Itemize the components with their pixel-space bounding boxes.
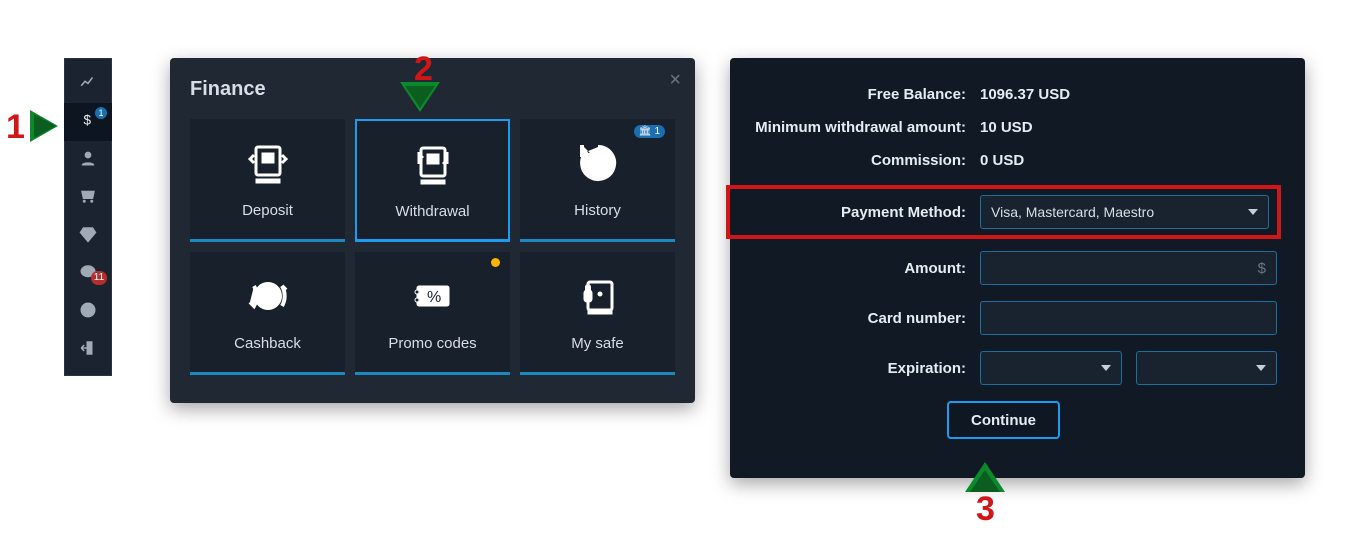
row-amount: Amount: $: [730, 251, 1277, 285]
tile-promocodes[interactable]: % Promo codes: [355, 252, 510, 375]
highlight-box: Payment Method: Visa, Mastercard, Maestr…: [726, 185, 1281, 239]
safe-icon: [574, 272, 622, 325]
sidebar-item-help[interactable]: ?: [64, 293, 112, 331]
tile-mysafe[interactable]: My safe: [520, 252, 675, 375]
chart-icon: [79, 73, 97, 96]
payment-method-select[interactable]: Visa, Mastercard, Maestro: [980, 195, 1269, 229]
svg-text:?: ?: [85, 304, 91, 316]
annotation-2: 2: [414, 50, 433, 89]
deposit-icon: [244, 139, 292, 192]
label-card-number: Card number:: [730, 310, 980, 327]
withdrawal-form: Free Balance: 1096.37 USD Minimum withdr…: [730, 58, 1305, 478]
history-badge: 🏛 1: [634, 125, 665, 138]
sidebar-item-finance[interactable]: $ 1: [64, 103, 112, 141]
badge: 11: [91, 271, 107, 285]
bank-icon: 🏛: [639, 126, 652, 137]
badge: 1: [95, 107, 107, 119]
history-icon: [574, 139, 622, 192]
row-payment-method: Payment Method: Visa, Mastercard, Maestr…: [730, 195, 1269, 229]
row-expiration: Expiration:: [730, 351, 1277, 385]
tile-history[interactable]: 🏛 1 History: [520, 119, 675, 242]
tile-label: Deposit: [242, 202, 293, 219]
close-icon[interactable]: ×: [669, 70, 681, 90]
label-free-balance: Free Balance:: [730, 86, 980, 103]
payment-method-value: Visa, Mastercard, Maestro: [991, 204, 1154, 220]
finance-grid: Deposit Withdrawal 🏛 1 History $ Cashbac…: [190, 119, 675, 375]
sidebar-item-chat[interactable]: 11: [64, 255, 112, 293]
promo-icon: %: [409, 272, 457, 325]
logout-icon: [79, 339, 97, 362]
cart-icon: [79, 187, 97, 210]
chevron-down-icon: [1256, 365, 1266, 371]
annotation-1: 1: [6, 108, 25, 147]
chevron-down-icon: [1248, 209, 1258, 215]
tile-cashback[interactable]: $ Cashback: [190, 252, 345, 375]
value-min-amount: 10 USD: [980, 119, 1033, 136]
label-payment-method: Payment Method:: [730, 204, 980, 221]
tile-withdrawal[interactable]: Withdrawal: [355, 119, 510, 242]
label-commission: Commission:: [730, 152, 980, 169]
tile-label: History: [574, 202, 621, 219]
continue-button[interactable]: Continue: [947, 401, 1060, 439]
value-free-balance: 1096.37 USD: [980, 86, 1070, 103]
notification-dot: [491, 258, 500, 267]
user-icon: [79, 149, 97, 172]
sidebar-item-cart[interactable]: [64, 179, 112, 217]
withdrawal-icon: [409, 140, 457, 193]
label-min-amount: Minimum withdrawal amount:: [730, 119, 980, 136]
expiration-year-select[interactable]: [1136, 351, 1278, 385]
chevron-down-icon: [1101, 365, 1111, 371]
diamond-icon: [79, 225, 97, 248]
row-card-number: Card number:: [730, 301, 1277, 335]
svg-text:$: $: [262, 289, 271, 306]
row-commission: Commission: 0 USD: [730, 152, 1277, 169]
arrow-right-icon: [30, 110, 58, 142]
row-free-balance: Free Balance: 1096.37 USD: [730, 86, 1277, 103]
sidebar: $ 1 11 ?: [64, 58, 112, 376]
svg-text:%: %: [427, 289, 441, 306]
sidebar-item-profile[interactable]: [64, 141, 112, 179]
svg-text:$: $: [84, 112, 92, 127]
tile-label: My safe: [571, 335, 624, 352]
label-amount: Amount:: [730, 260, 980, 277]
currency-suffix: $: [1258, 260, 1266, 277]
sidebar-item-vip[interactable]: [64, 217, 112, 255]
amount-input[interactable]: $: [980, 251, 1277, 285]
value-commission: 0 USD: [980, 152, 1024, 169]
card-number-input[interactable]: [980, 301, 1277, 335]
row-min-amount: Minimum withdrawal amount: 10 USD: [730, 119, 1277, 136]
tile-label: Cashback: [234, 335, 301, 352]
sidebar-item-chart[interactable]: [64, 65, 112, 103]
cashback-icon: $: [244, 272, 292, 325]
label-expiration: Expiration:: [730, 360, 980, 377]
help-icon: ?: [79, 301, 97, 324]
tile-label: Promo codes: [388, 335, 476, 352]
tile-deposit[interactable]: Deposit: [190, 119, 345, 242]
arrow-up-icon: [965, 462, 1005, 492]
expiration-month-select[interactable]: [980, 351, 1122, 385]
sidebar-item-logout[interactable]: [64, 331, 112, 369]
tile-label: Withdrawal: [395, 203, 469, 220]
annotation-3: 3: [976, 490, 995, 529]
